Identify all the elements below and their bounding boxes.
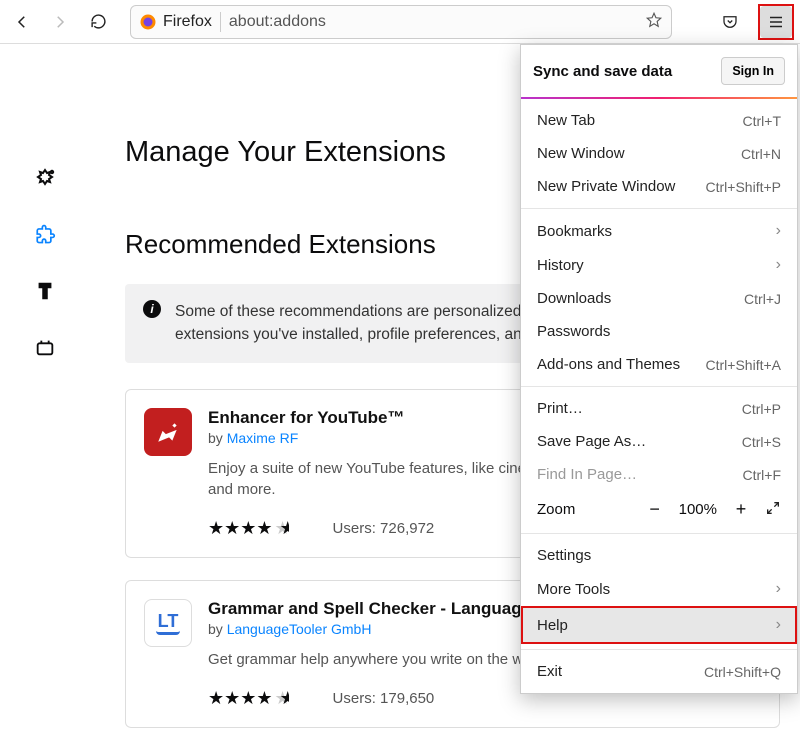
menu-downloads[interactable]: DownloadsCtrl+J [521, 282, 797, 315]
menu-find-in-page[interactable]: Find In Page…Ctrl+F [521, 458, 797, 491]
identity-label: Firefox [163, 13, 212, 31]
menu-passwords[interactable]: Passwords [521, 315, 797, 348]
menu-exit[interactable]: ExitCtrl+Shift+Q [521, 655, 797, 688]
sidebar-plugins[interactable] [32, 334, 58, 360]
app-menu-panel: Sync and save data Sign In New TabCtrl+T… [520, 44, 798, 694]
extension-icon [144, 408, 192, 456]
author-link[interactable]: LanguageTooler GmbH [227, 621, 372, 637]
sidebar-extensions[interactable] [32, 222, 58, 248]
sidebar-recommendations[interactable] [32, 166, 58, 192]
reload-button[interactable] [82, 6, 114, 38]
menu-more-tools[interactable]: More Tools› [521, 572, 797, 606]
menu-print[interactable]: Print…Ctrl+P [521, 392, 797, 425]
menu-new-tab[interactable]: New TabCtrl+T [521, 104, 797, 137]
menu-bookmarks[interactable]: Bookmarks› [521, 214, 797, 248]
chevron-right-icon: › [776, 580, 781, 598]
menu-help[interactable]: Help› [521, 606, 797, 644]
menu-history[interactable]: History› [521, 248, 797, 282]
menu-new-window[interactable]: New WindowCtrl+N [521, 137, 797, 170]
sign-in-button[interactable]: Sign In [721, 57, 785, 85]
pocket-button[interactable] [714, 6, 746, 38]
separator [220, 12, 221, 32]
notice-line-2: extensions you've installed, profile pre… [175, 326, 522, 343]
menu-new-private-window[interactable]: New Private WindowCtrl+Shift+P [521, 170, 797, 203]
zoom-in-button[interactable]: + [731, 499, 751, 520]
menu-addons[interactable]: Add-ons and ThemesCtrl+Shift+A [521, 348, 797, 381]
browser-toolbar: Firefox about:addons [0, 0, 800, 44]
firefox-icon [139, 13, 157, 31]
menu-settings[interactable]: Settings [521, 539, 797, 572]
notice-line-1: Some of these recommendations are person… [175, 303, 521, 320]
zoom-level: 100% [679, 501, 717, 518]
menu-sync-row: Sync and save data Sign In [521, 45, 797, 97]
users-count: Users: 179,650 [333, 690, 435, 707]
sync-label: Sync and save data [533, 63, 672, 80]
zoom-out-button[interactable]: − [645, 499, 665, 520]
users-count: Users: 726,972 [333, 520, 435, 537]
rating-stars: ★★★★ [208, 688, 293, 709]
chevron-right-icon: › [776, 222, 781, 240]
addons-sidebar [0, 116, 90, 750]
app-menu-button[interactable] [760, 6, 792, 38]
info-icon: i [143, 300, 161, 318]
menu-zoom-row: Zoom − 100% + [521, 491, 797, 528]
author-link[interactable]: Maxime RF [227, 430, 299, 446]
chevron-right-icon: › [776, 616, 781, 634]
back-button[interactable] [6, 6, 38, 38]
menu-save-page-as[interactable]: Save Page As…Ctrl+S [521, 425, 797, 458]
sidebar-themes[interactable] [32, 278, 58, 304]
forward-button[interactable] [44, 6, 76, 38]
url-bar[interactable]: Firefox about:addons [130, 5, 672, 39]
fullscreen-button[interactable] [765, 500, 781, 520]
bookmark-star-icon[interactable] [645, 11, 663, 32]
rating-stars: ★★★★ [208, 518, 293, 539]
app-menu-button-highlight [758, 4, 794, 40]
site-identity[interactable]: Firefox [139, 13, 212, 31]
url-text: about:addons [229, 13, 637, 31]
chevron-right-icon: › [776, 256, 781, 274]
extension-icon: LT [144, 599, 192, 647]
